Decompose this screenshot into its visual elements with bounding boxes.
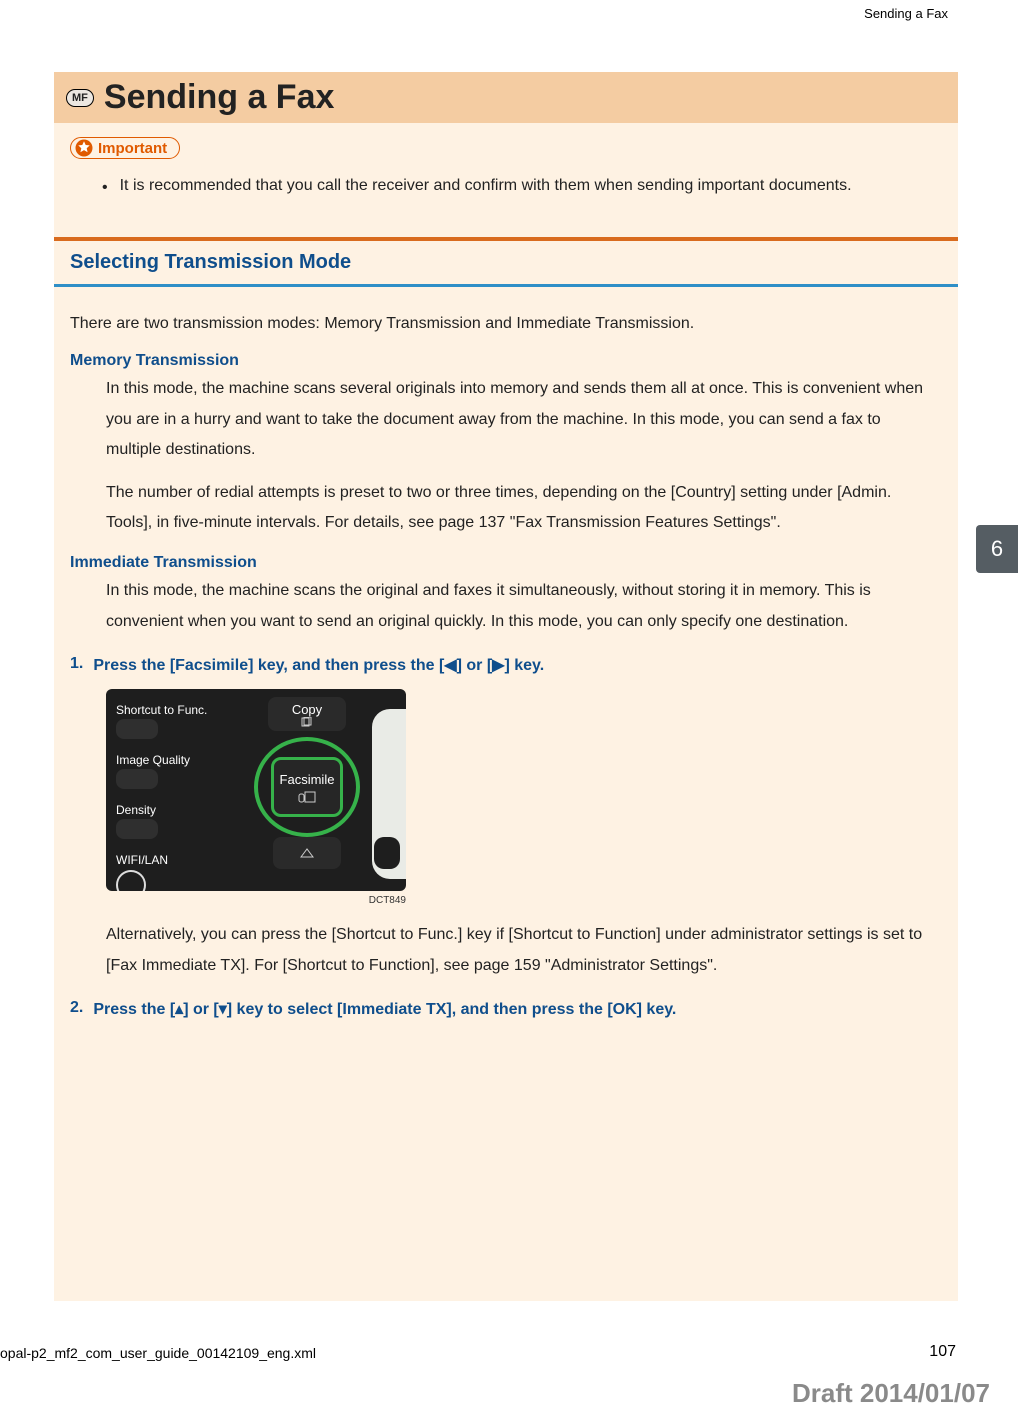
running-header: Sending a Fax <box>864 6 948 21</box>
panel-wifi-label: WIFI/LAN <box>116 853 207 867</box>
mf-badge: MF <box>66 89 94 107</box>
panel-facsimile-key: Facsimile <box>271 757 343 817</box>
figure-code: DCT849 <box>106 891 406 906</box>
definition-body: In this mode, the machine scans several … <box>54 370 958 473</box>
step-after-paragraph: Alternatively, you can press the [Shortc… <box>54 906 958 989</box>
up-arrow-glyph: ▴ <box>175 1001 183 1018</box>
definition-body: The number of redial attempts is preset … <box>54 474 958 547</box>
step-text: Press the [Facsimile] key, and then pres… <box>93 655 544 675</box>
important-bullet: • It is recommended that you call the re… <box>102 172 918 203</box>
step-text-part: Press the [Facsimile] key, and then pres… <box>93 657 444 674</box>
chapter-tab: 6 <box>976 525 1018 573</box>
important-label-text: Important <box>98 140 167 157</box>
panel-copy-key: Copy <box>268 697 346 731</box>
topic-title-bar: MF Sending a Fax <box>54 72 958 123</box>
definition-term: Immediate Transmission <box>54 546 958 572</box>
panel-soft-button <box>116 769 158 789</box>
panel-density-label: Density <box>116 803 207 817</box>
panel-nav-ring: Facsimile <box>254 737 360 837</box>
important-bullet-list: • It is recommended that you call the re… <box>70 162 942 225</box>
step-row: 2. Press the [▴] or [▾] key to select [I… <box>54 989 958 1023</box>
definition-body: In this mode, the machine scans the orig… <box>54 572 958 645</box>
intro-paragraph: There are two transmission modes: Memory… <box>54 287 958 345</box>
control-panel-illustration: Shortcut to Func. Image Quality Density … <box>106 689 406 891</box>
panel-facsimile-label: Facsimile <box>280 772 335 787</box>
topic-title: Sending a Fax <box>104 78 335 117</box>
scanner-icon <box>299 847 315 859</box>
figure: Shortcut to Func. Image Quality Density … <box>54 679 958 906</box>
important-block: Important • It is recommended that you c… <box>54 123 958 231</box>
important-bullet-text: It is recommended that you call the rece… <box>120 172 852 203</box>
important-label: Important <box>70 137 180 159</box>
step-text-part: ] or [ <box>183 1001 219 1018</box>
definition-term: Memory Transmission <box>54 344 958 370</box>
step-number: 2. <box>70 999 83 1019</box>
step-text: Press the [▴] or [▾] key to select [Imme… <box>93 999 676 1019</box>
step-text-part: ] or [ <box>457 657 493 674</box>
step-text-part: ] key. <box>504 657 544 674</box>
star-icon <box>75 139 93 157</box>
panel-image-quality-label: Image Quality <box>116 753 207 767</box>
panel-copy-label: Copy <box>292 702 322 717</box>
bullet-dot-icon: • <box>102 172 108 203</box>
step-text-part: ] key to select [Immediate TX], and then… <box>227 1001 677 1018</box>
panel-soft-button <box>116 719 158 739</box>
left-arrow-glyph: ◀ <box>444 657 456 674</box>
right-arrow-glyph: ▶ <box>492 657 504 674</box>
copy-icon <box>301 717 313 727</box>
down-arrow-glyph: ▾ <box>219 1001 227 1018</box>
panel-soft-button <box>116 819 158 839</box>
fax-icon <box>298 791 316 803</box>
panel-shortcut-label: Shortcut to Func. <box>116 703 207 717</box>
panel-right-slot <box>374 837 400 869</box>
step-row: 1. Press the [Facsimile] key, and then p… <box>54 645 958 679</box>
draft-stamp: Draft 2014/01/07 <box>792 1378 990 1409</box>
step-text-part: Press the [ <box>93 1001 175 1018</box>
panel-scanner-key <box>273 837 341 869</box>
step-number: 1. <box>70 655 83 675</box>
panel-wifi-button <box>116 870 146 891</box>
footer-filename: opal-p2_mf2_com_user_guide_00142109_eng.… <box>0 1345 316 1361</box>
page-content: MF Sending a Fax Important • It is recom… <box>54 72 958 1301</box>
section-heading: Selecting Transmission Mode <box>54 237 958 287</box>
footer-page-number: 107 <box>929 1343 956 1361</box>
